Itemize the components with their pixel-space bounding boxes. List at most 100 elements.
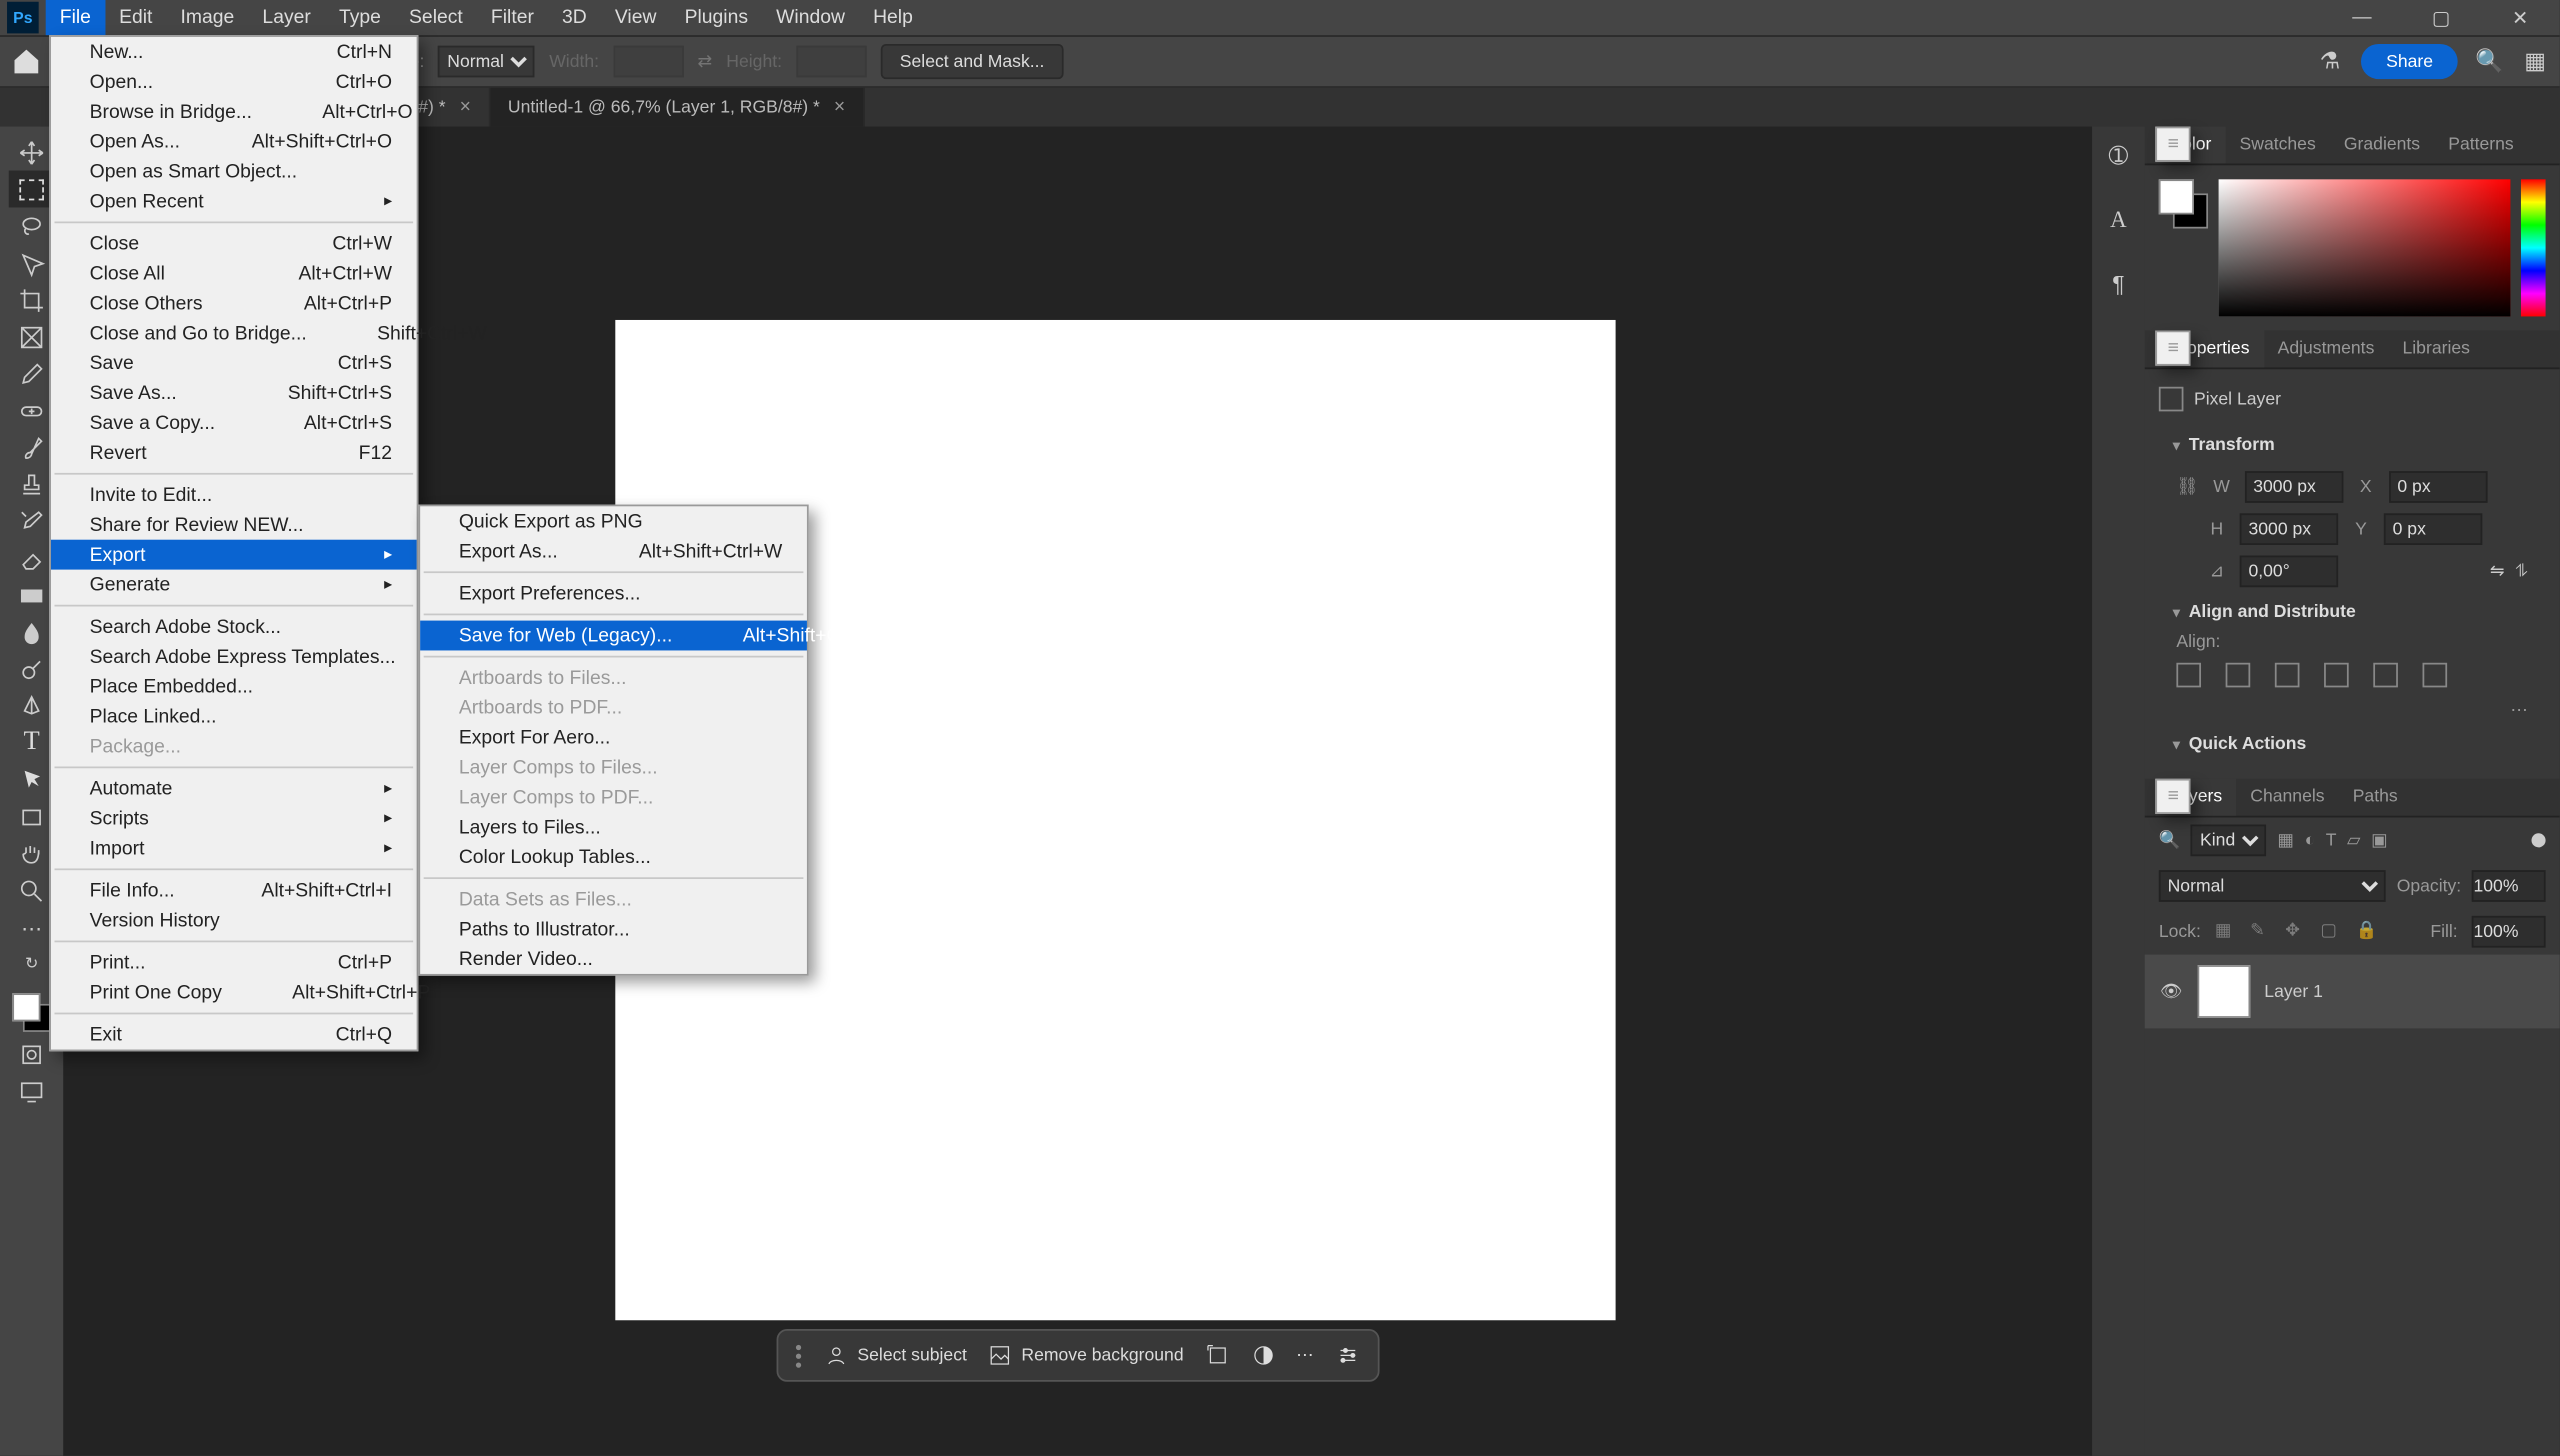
marquee-tool[interactable] xyxy=(9,171,55,208)
menu-select[interactable]: Select xyxy=(395,0,477,35)
filter-type-icon[interactable]: T xyxy=(2326,831,2337,850)
filter-icon[interactable]: 🔍 xyxy=(2159,831,2181,850)
menu-item[interactable]: Version History xyxy=(51,905,417,935)
menu-item[interactable]: RevertF12 xyxy=(51,438,417,468)
menu-item[interactable]: Open As...Alt+Shift+Ctrl+O xyxy=(51,127,417,157)
properties-icon[interactable] xyxy=(1335,1343,1360,1368)
link-icon[interactable]: ⛓ xyxy=(2176,477,2198,496)
menu-item[interactable]: Open Recent xyxy=(51,186,417,216)
hand-tool[interactable] xyxy=(9,835,55,872)
blur-tool[interactable] xyxy=(9,614,55,651)
panel-tab-adjustments[interactable]: Adjustments xyxy=(2264,331,2389,368)
adjust-icon[interactable] xyxy=(1250,1343,1275,1368)
beaker-icon[interactable]: ⚗ xyxy=(2316,47,2344,75)
more-icon[interactable]: ⋯ xyxy=(1296,1346,1314,1365)
lock-all-icon[interactable]: 🔒 xyxy=(2356,921,2377,942)
share-button[interactable]: Share xyxy=(2362,44,2458,79)
panel-tab-libraries[interactable]: Libraries xyxy=(2388,331,2484,368)
menu-item[interactable]: Layers to Files... xyxy=(420,812,807,842)
eyedropper-tool[interactable] xyxy=(9,355,55,392)
document-tab[interactable]: Untitled-1 @ 66,7% (Layer 1, RGB/8#) *× xyxy=(490,88,864,127)
menu-item[interactable]: Quick Export as PNG xyxy=(420,506,807,536)
menu-item[interactable]: Export For Aero... xyxy=(420,723,807,753)
menu-item[interactable]: Generate xyxy=(51,570,417,600)
workspace-icon[interactable]: ▦ xyxy=(2521,47,2549,75)
maximize-button[interactable]: ▢ xyxy=(2401,6,2480,29)
eraser-tool[interactable] xyxy=(9,540,55,577)
width-field[interactable] xyxy=(2244,471,2342,503)
gradient-tool[interactable] xyxy=(9,577,55,614)
menu-item[interactable]: Scripts xyxy=(51,803,417,833)
menu-item[interactable]: Automate xyxy=(51,774,417,804)
type-tool[interactable]: T xyxy=(9,724,55,761)
menu-filter[interactable]: Filter xyxy=(477,0,548,35)
quick-select-tool[interactable] xyxy=(9,244,55,281)
filter-adjust-icon[interactable]: ◐ xyxy=(2305,831,2316,850)
search-icon[interactable]: 🔍 xyxy=(2475,47,2503,75)
menu-image[interactable]: Image xyxy=(166,0,248,35)
panel-tab-gradients[interactable]: Gradients xyxy=(2330,127,2434,164)
menu-item[interactable]: Place Embedded... xyxy=(51,672,417,702)
home-icon[interactable] xyxy=(11,46,43,78)
panel-tab-paths[interactable]: Paths xyxy=(2339,779,2412,816)
panel-menu-icon[interactable]: ≡ xyxy=(2155,127,2191,162)
y-field[interactable] xyxy=(2384,513,2482,545)
menu-item[interactable]: Save a Copy...Alt+Ctrl+S xyxy=(51,408,417,438)
menu-edit[interactable]: Edit xyxy=(105,0,166,35)
character-icon[interactable]: A xyxy=(2103,204,2135,236)
more-tools[interactable]: ⋯ xyxy=(9,909,55,946)
menu-item[interactable]: Browse in Bridge...Alt+Ctrl+O xyxy=(51,97,417,127)
menu-item[interactable]: File Info...Alt+Shift+Ctrl+I xyxy=(51,875,417,905)
paragraph-icon[interactable]: ¶ xyxy=(2103,267,2135,299)
menu-item[interactable]: Paths to Illustrator... xyxy=(420,914,807,944)
menu-file[interactable]: File xyxy=(46,0,105,35)
menu-item[interactable]: Place Linked... xyxy=(51,701,417,731)
dodge-tool[interactable] xyxy=(9,650,55,687)
angle-field[interactable] xyxy=(2240,556,2338,588)
menu-item[interactable]: Color Lookup Tables... xyxy=(420,842,807,872)
menu-item[interactable]: Export As...Alt+Shift+Ctrl+W xyxy=(420,536,807,566)
layer-name[interactable]: Layer 1 xyxy=(2264,982,2323,1001)
menu-item[interactable]: Import xyxy=(51,833,417,863)
color-swatch[interactable] xyxy=(9,990,55,1036)
menu-item[interactable]: Search Adobe Stock... xyxy=(51,612,417,642)
panel-color-swatch[interactable] xyxy=(2159,179,2208,228)
menu-item[interactable]: Save for Web (Legacy)...Alt+Shift+Ctrl+S xyxy=(420,621,807,651)
menu-item[interactable]: CloseCtrl+W xyxy=(51,229,417,259)
panel-tab-channels[interactable]: Channels xyxy=(2236,779,2338,816)
menu-item[interactable]: Export xyxy=(51,540,417,570)
blend-mode-select[interactable]: Normal xyxy=(2159,870,2386,902)
menu-item[interactable]: Close AllAlt+Ctrl+W xyxy=(51,258,417,288)
menu-item[interactable]: New...Ctrl+N xyxy=(51,37,417,67)
healing-tool[interactable] xyxy=(9,392,55,429)
fill-field[interactable] xyxy=(2472,916,2546,948)
history-brush-tool[interactable] xyxy=(9,503,55,540)
x-field[interactable] xyxy=(2389,471,2487,503)
close-tab-icon[interactable]: × xyxy=(834,97,845,118)
layer-row[interactable]: 👁 Layer 1 xyxy=(2145,955,2560,1029)
filter-kind-select[interactable]: Kind xyxy=(2191,825,2267,857)
layer-thumbnail[interactable] xyxy=(2198,965,2251,1018)
menu-view[interactable]: View xyxy=(601,0,671,35)
menu-item[interactable]: SaveCtrl+S xyxy=(51,348,417,378)
menu-item[interactable]: Search Adobe Express Templates... xyxy=(51,642,417,672)
panel-tab-patterns[interactable]: Patterns xyxy=(2434,127,2528,164)
lock-artboard-icon[interactable]: ▢ xyxy=(2320,921,2341,942)
zoom-tool[interactable] xyxy=(9,872,55,909)
move-tool[interactable] xyxy=(9,134,55,171)
select-and-mask-button[interactable]: Select and Mask... xyxy=(880,44,1063,79)
pen-tool[interactable] xyxy=(9,687,55,724)
lock-pixels-icon[interactable]: ✎ xyxy=(2250,921,2271,942)
edit-toolbar[interactable]: ↻ xyxy=(9,946,55,983)
lock-transparency-icon[interactable]: ▦ xyxy=(2215,921,2236,942)
menu-item[interactable]: Invite to Edit... xyxy=(51,480,417,510)
menu-item[interactable]: Open...Ctrl+O xyxy=(51,67,417,97)
menu-item[interactable]: Share for Review NEW... xyxy=(51,510,417,540)
flip-v-icon[interactable]: ⥮ xyxy=(2515,562,2528,581)
flip-h-icon[interactable]: ⇋ xyxy=(2490,562,2505,581)
quick-actions-section[interactable]: Quick Actions xyxy=(2159,724,2546,764)
filter-toggle[interactable] xyxy=(2532,833,2546,847)
menu-item[interactable]: ExitCtrl+Q xyxy=(51,1020,417,1050)
menu-plugins[interactable]: Plugins xyxy=(671,0,763,35)
drag-handle-icon[interactable] xyxy=(796,1344,803,1367)
